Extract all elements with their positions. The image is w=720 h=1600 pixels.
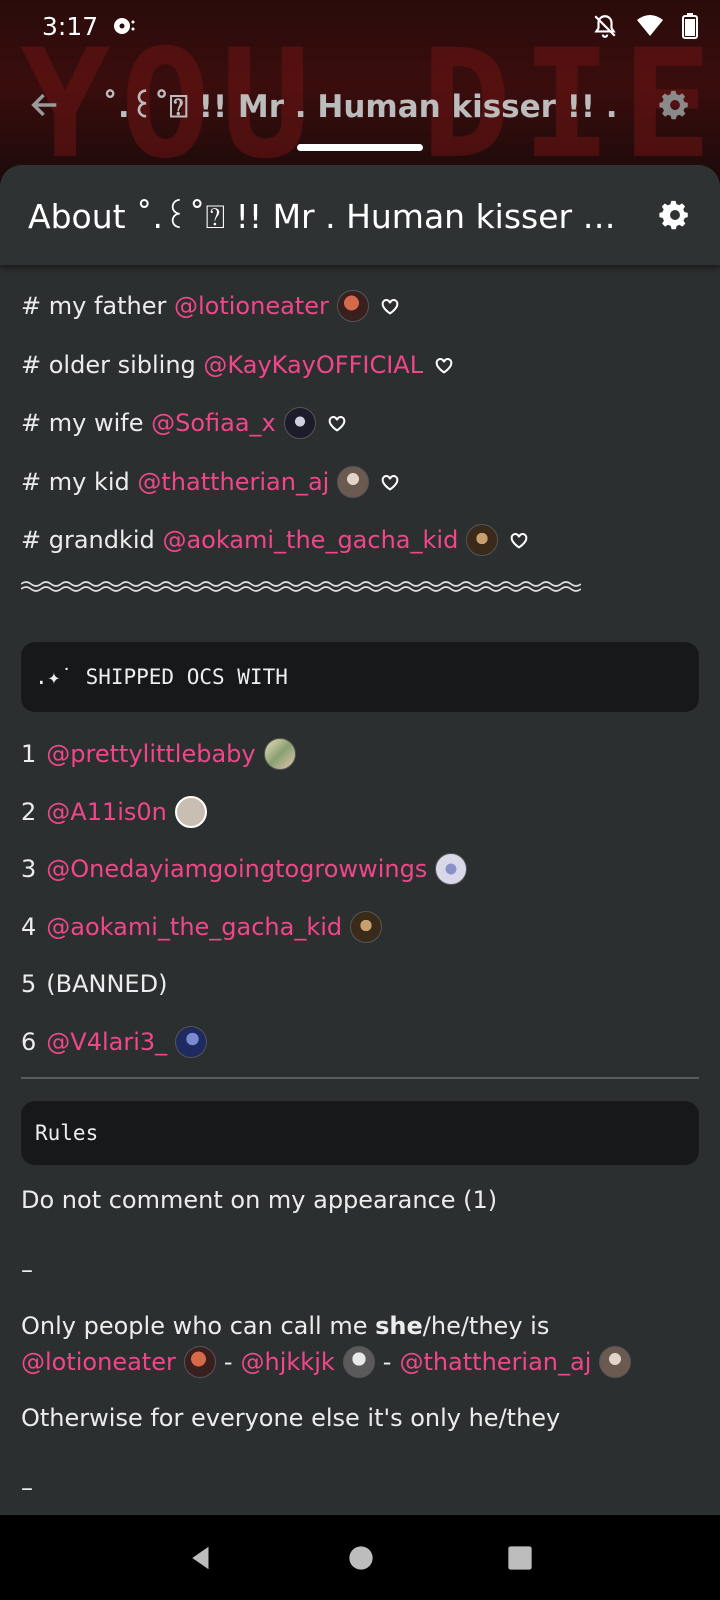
pronoun-rule: Only people who can call me she/he/they …	[21, 1309, 699, 1343]
avatar[interactable]	[466, 524, 499, 557]
avatar[interactable]	[336, 290, 369, 323]
user-mention[interactable]: @hjkkjk	[241, 1345, 335, 1379]
family-label: # my wife	[21, 409, 144, 438]
family-row: # grandkid @aokami_the_gacha_kid	[21, 511, 699, 570]
sheet-drag-handle[interactable]	[297, 144, 423, 151]
about-content: # my father @lotioneater # older sibling…	[0, 265, 720, 1505]
navigation-bar	[0, 1515, 720, 1600]
heart-icon	[328, 416, 346, 432]
user-mention[interactable]: @aokami_the_gacha_kid	[162, 523, 458, 557]
heart-icon	[382, 474, 399, 491]
avatar[interactable]	[337, 465, 370, 498]
user-mention[interactable]: @Onedayiamgoingtogrowwings	[46, 852, 427, 886]
heart-icon	[510, 533, 528, 549]
app-bar: ˚.꒰˚⍰ !! Mr . Human kisser !! .	[0, 70, 720, 140]
item-number: 1	[21, 740, 37, 769]
rules-header: Rules	[35, 1120, 99, 1145]
family-label: # my father	[21, 292, 167, 321]
status-bar: 3:17	[0, 0, 720, 52]
family-row: # older sibling @KayKayOFFICIAL	[21, 336, 699, 395]
status-time: 3:17	[42, 11, 99, 41]
recents-nav-icon[interactable]	[506, 1544, 534, 1572]
item-number: 6	[21, 1027, 37, 1056]
avatar[interactable]	[435, 853, 468, 886]
user-mention[interactable]: @thattherian_aj	[137, 465, 329, 499]
gear-icon[interactable]	[658, 198, 692, 232]
shipped-header: .✦˙ SHIPPED OCS WITH	[35, 664, 288, 689]
bell-off-icon	[594, 15, 616, 38]
user-mention[interactable]: @V4lari3_	[46, 1025, 167, 1059]
shipped-item: 3 @Onedayiamgoingtogrowwings	[21, 841, 699, 899]
shipped-item: 4 @aokami_the_gacha_kid	[21, 898, 699, 956]
back-nav-icon[interactable]	[186, 1543, 216, 1573]
shipped-item: 6 @V4lari3_	[21, 1013, 699, 1071]
otherwise-text: Otherwise for everyone else it's only he…	[21, 1403, 561, 1432]
app-bar-title: ˚.꒰˚⍰ !! Mr . Human kisser !! .	[102, 89, 618, 125]
avatar[interactable]	[342, 1345, 375, 1378]
separator: -	[382, 1347, 392, 1376]
media-notification-icon	[114, 18, 135, 34]
banned-label: (BANNED)	[46, 970, 168, 999]
avatar[interactable]	[283, 407, 316, 440]
wifi-icon	[637, 15, 663, 36]
item-number: 2	[21, 797, 37, 826]
sheet-title: About ˚.꒰˚⍰ !! Mr . Human kisser !!...	[28, 196, 641, 236]
family-label: # my kid	[21, 467, 130, 496]
dash-separator: –	[21, 1255, 33, 1284]
item-number: 3	[21, 855, 37, 884]
dash-separator: –	[21, 1473, 33, 1502]
user-mention[interactable]: @thattherian_aj	[399, 1345, 591, 1379]
family-row: # my wife @Sofiaa_x	[21, 394, 699, 453]
pronoun-text: Only people who can call me	[21, 1311, 376, 1340]
rules-header-block: Rules	[21, 1100, 699, 1165]
shipped-item: 1 @prettylittlebaby	[21, 726, 699, 784]
section-divider	[21, 1076, 699, 1079]
user-mention[interactable]: @lotioneater	[21, 1345, 176, 1379]
family-label: # older sibling	[21, 350, 196, 379]
home-nav-icon[interactable]	[347, 1544, 375, 1572]
shipped-item: 2 @A11is0n	[21, 783, 699, 841]
about-sheet: About ˚.꒰˚⍰ !! Mr . Human kisser !!... #…	[0, 165, 720, 1515]
user-mention[interactable]: @prettylittlebaby	[46, 737, 255, 771]
avatar[interactable]	[599, 1345, 632, 1378]
pronoun-text: /he/they is	[422, 1311, 550, 1340]
rule-text: Do not comment on my appearance (1)	[21, 1185, 498, 1214]
user-mention[interactable]: @lotioneater	[174, 289, 329, 323]
family-row: # my kid @thattherian_aj	[21, 453, 699, 512]
user-mention[interactable]: @KayKayOFFICIAL	[203, 348, 423, 382]
pronoun-bold: she	[375, 1311, 423, 1340]
allowed-users-row: @lotioneater - @hjkkjk - @thattherian_aj	[21, 1345, 699, 1379]
back-arrow-icon[interactable]	[28, 88, 62, 122]
sheet-header: About ˚.꒰˚⍰ !! Mr . Human kisser !!...	[0, 165, 720, 265]
wavy-divider	[20, 580, 582, 592]
family-label: # grandkid	[21, 526, 155, 555]
separator: -	[223, 1347, 233, 1376]
battery-icon	[682, 13, 698, 39]
avatar[interactable]	[350, 910, 383, 943]
item-number: 5	[21, 970, 37, 999]
heart-icon	[435, 357, 453, 374]
shipped-header-block: .✦˙ SHIPPED OCS WITH	[21, 641, 699, 712]
avatar[interactable]	[183, 1345, 216, 1378]
avatar[interactable]	[263, 738, 296, 771]
family-row: # my father @lotioneater	[21, 277, 699, 336]
user-mention[interactable]: @aokami_the_gacha_kid	[46, 910, 342, 944]
user-mention[interactable]: @Sofiaa_x	[151, 406, 276, 440]
user-mention[interactable]: @A11is0n	[46, 795, 167, 829]
avatar[interactable]	[175, 1025, 208, 1058]
gear-icon[interactable]	[658, 88, 692, 122]
heart-icon	[381, 299, 399, 315]
avatar[interactable]	[174, 795, 207, 828]
shipped-item: 5 (BANNED)	[21, 956, 699, 1014]
item-number: 4	[21, 912, 37, 941]
